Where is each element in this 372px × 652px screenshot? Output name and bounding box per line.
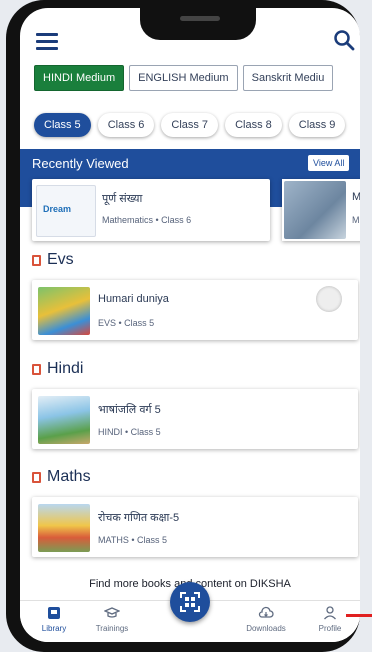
nav-trainings[interactable]: Trainings xyxy=(82,605,142,633)
book-subtitle: EVS • Class 5 xyxy=(98,318,155,328)
book-title: भाषांजलि वर्ग 5 xyxy=(98,404,161,416)
book-icon xyxy=(32,363,41,375)
book-cover xyxy=(38,396,90,444)
class-chip-7[interactable]: Class 7 xyxy=(161,113,219,137)
medium-chip-sanskrit[interactable]: Sanskrit Mediu xyxy=(242,65,334,91)
book-card-hindi[interactable]: भाषांजलि वर्ग 5 HINDI • Class 5 xyxy=(32,389,358,449)
app-screen: HINDI Medium ENGLISH Medium Sanskrit Med… xyxy=(20,8,360,642)
content-title: M xyxy=(352,191,360,203)
nav-label: Library xyxy=(41,624,67,633)
thumbnail-logo: Dream xyxy=(43,204,72,214)
section-title: Evs xyxy=(47,251,74,268)
class-chip-5[interactable]: Class 5 xyxy=(34,113,91,137)
phone-frame: HINDI Medium ENGLISH Medium Sanskrit Med… xyxy=(6,0,360,652)
class-chip-6[interactable]: Class 6 xyxy=(97,113,155,137)
recent-content-card[interactable]: M M xyxy=(282,179,360,241)
nav-label: Trainings xyxy=(95,624,129,633)
download-status-indicator[interactable] xyxy=(316,286,342,312)
book-card-maths[interactable]: रोचक गणित कक्षा-5 MATHS • Class 5 xyxy=(32,497,358,557)
medium-filter-bar: HINDI Medium ENGLISH Medium Sanskrit Med… xyxy=(34,65,360,91)
nav-downloads[interactable]: Downloads xyxy=(236,605,296,633)
phone-notch xyxy=(140,8,256,40)
book-title: रोचक गणित कक्षा-5 xyxy=(98,512,180,524)
content-thumbnail xyxy=(284,181,346,239)
class-chip-8[interactable]: Class 8 xyxy=(225,113,282,137)
book-title: Humari duniya xyxy=(98,293,169,305)
section-header-maths: Maths xyxy=(32,468,91,486)
section-header-hindi: Hindi xyxy=(32,360,83,378)
book-icon xyxy=(32,471,41,483)
profile-icon xyxy=(324,606,336,620)
section-title: Maths xyxy=(47,468,91,485)
recently-viewed-title: Recently Viewed xyxy=(32,156,129,171)
menu-icon[interactable] xyxy=(36,33,58,50)
recent-content-card[interactable]: Dream पूर्ण संख्या Mathematics • Class 6 xyxy=(32,179,270,241)
book-card-evs[interactable]: Humari duniya EVS • Class 5 xyxy=(32,280,358,340)
medium-chip-english[interactable]: ENGLISH Medium xyxy=(129,65,238,91)
nav-library[interactable]: Library xyxy=(24,605,84,633)
view-all-button[interactable]: View All xyxy=(308,155,350,171)
book-subtitle: MATHS • Class 5 xyxy=(98,535,167,545)
nav-label: Downloads xyxy=(246,624,286,633)
library-icon xyxy=(48,607,60,619)
book-cover xyxy=(38,287,90,335)
nav-profile[interactable]: Profile xyxy=(300,605,360,633)
class-chip-9[interactable]: Class 9 xyxy=(288,113,346,137)
trainings-icon xyxy=(104,607,120,618)
qr-scan-button[interactable] xyxy=(170,582,210,622)
content-subtitle: M xyxy=(352,215,360,225)
content-thumbnail: Dream xyxy=(36,185,96,237)
book-cover xyxy=(38,504,90,552)
search-icon[interactable] xyxy=(333,29,355,51)
section-header-evs: Evs xyxy=(32,251,74,269)
downloads-icon xyxy=(258,606,274,618)
class-filter-bar: Class 5 Class 6 Class 7 Class 8 Class 9 xyxy=(34,113,360,137)
nav-label: Profile xyxy=(318,624,342,633)
book-subtitle: HINDI • Class 5 xyxy=(98,427,161,437)
annotation-pointer-line xyxy=(346,614,372,617)
book-icon xyxy=(32,254,41,266)
section-title: Hindi xyxy=(47,360,84,377)
content-subtitle: Mathematics • Class 6 xyxy=(102,215,192,225)
content-title: पूर्ण संख्या xyxy=(102,193,143,205)
qr-scan-icon xyxy=(180,592,200,612)
medium-chip-hindi[interactable]: HINDI Medium xyxy=(34,65,125,91)
